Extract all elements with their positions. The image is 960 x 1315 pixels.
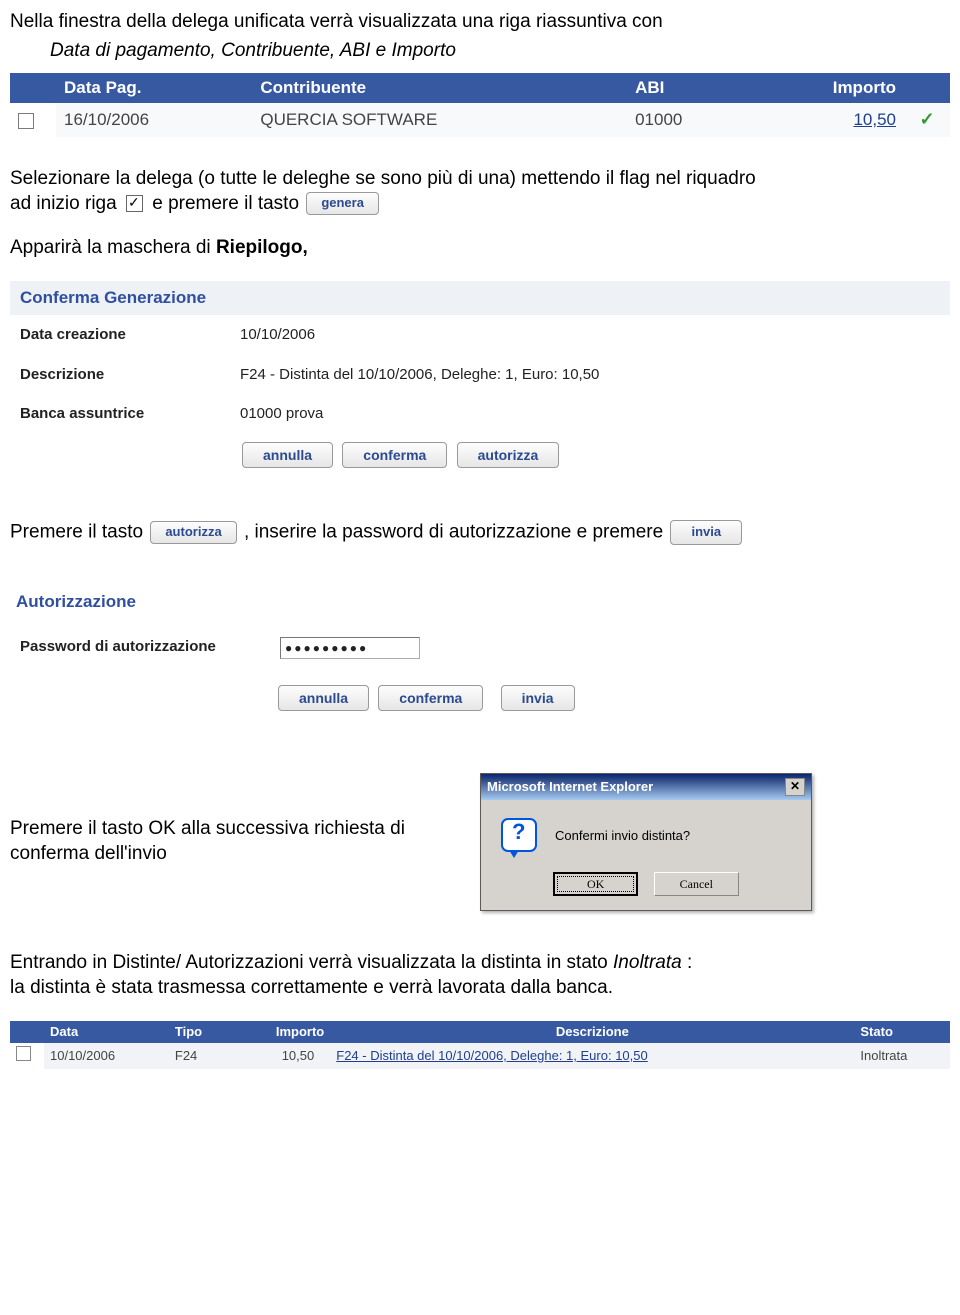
panel-title-conferma: Conferma Generazione <box>10 281 950 315</box>
col-importo: Importo <box>750 73 904 103</box>
value-descrizione: F24 - Distinta del 10/10/2006, Deleghe: … <box>240 365 940 385</box>
col-abi: ABI <box>627 73 750 103</box>
cell-contribuente: QUERCIA SOFTWARE <box>252 103 627 136</box>
cancel-button[interactable]: Cancel <box>654 872 739 896</box>
col-contribuente: Contribuente <box>252 73 627 103</box>
auth-conferma-button[interactable]: conferma <box>378 685 483 711</box>
close-icon[interactable]: ✕ <box>785 778 805 796</box>
delega-table: Data Pag. Contribuente ABI Importo 16/10… <box>10 73 950 136</box>
cell-data: 16/10/2006 <box>56 103 252 136</box>
dialog-message: Confermi invio distinta? <box>555 828 690 845</box>
auth-panel: Autorizzazione Password di autorizzazion… <box>10 585 950 723</box>
value-banca: 01000 prova <box>240 404 940 424</box>
instruction-3: Apparirà la maschera di Riepilogo, <box>10 236 950 261</box>
checkbox-checked-icon <box>126 195 143 212</box>
question-icon: ? <box>501 818 537 854</box>
conferma-button[interactable]: conferma <box>342 442 447 468</box>
importo-link[interactable]: 10,50 <box>853 110 896 129</box>
dialog-title-text: Microsoft Internet Explorer <box>487 779 653 796</box>
autorizza-button-inline[interactable]: autorizza <box>150 521 236 544</box>
value-data-creazione: 10/10/2006 <box>240 325 940 345</box>
auth-invia-button[interactable]: invia <box>501 685 575 711</box>
descrizione-link[interactable]: F24 - Distinta del 10/10/2006, Deleghe: … <box>336 1048 647 1063</box>
password-input[interactable]: ●●●●●●●●● <box>280 637 420 659</box>
col2-data: Data <box>44 1021 169 1044</box>
auth-annulla-button[interactable]: annulla <box>278 685 369 711</box>
cell2-stato: Inoltrata <box>854 1043 950 1069</box>
label-descrizione: Descrizione <box>20 365 240 385</box>
table-row: 10/10/2006 F24 10,50 F24 - Distinta del … <box>10 1043 950 1069</box>
row-checkbox-2[interactable] <box>16 1046 31 1061</box>
label-banca: Banca assuntrice <box>20 404 240 424</box>
check-icon: ✓ <box>919 109 934 129</box>
col2-descrizione: Descrizione <box>330 1021 854 1044</box>
panel-title-auth: Autorizzazione <box>10 585 950 619</box>
table-row: 16/10/2006 QUERCIA SOFTWARE 01000 10,50 … <box>10 103 950 136</box>
annulla-button[interactable]: annulla <box>242 442 333 468</box>
col-data-pag: Data Pag. <box>56 73 252 103</box>
instruction-4: Premere il tasto autorizza , inserire la… <box>10 520 950 545</box>
cell2-data: 10/10/2006 <box>44 1043 169 1069</box>
intro-line1: Nella finestra della delega unificata ve… <box>10 10 950 35</box>
confirm-dialog: Microsoft Internet Explorer ✕ ? Confermi… <box>480 773 812 911</box>
genera-button[interactable]: genera <box>306 192 379 215</box>
ok-button[interactable]: OK <box>553 872 638 896</box>
distinta-table: Data Tipo Importo Descrizione Stato 10/1… <box>10 1021 950 1070</box>
col2-importo: Importo <box>232 1021 330 1044</box>
cell-abi: 01000 <box>627 103 750 136</box>
autorizza-button[interactable]: autorizza <box>457 442 560 468</box>
dialog-instruction: Premere il tasto OK alla successiva rich… <box>10 817 450 866</box>
label-password: Password di autorizzazione <box>20 637 280 659</box>
row-checkbox[interactable] <box>18 113 34 129</box>
final-instruction: Entrando in Distinte/ Autorizzazioni ver… <box>10 951 950 1000</box>
col2-tipo: Tipo <box>169 1021 233 1044</box>
cell2-importo: 10,50 <box>232 1043 330 1069</box>
invia-button-inline[interactable]: invia <box>670 520 742 545</box>
intro-line2: Data di pagamento, Contribuente, ABI e I… <box>50 39 950 64</box>
label-data-creazione: Data creazione <box>20 325 240 345</box>
cell2-tipo: F24 <box>169 1043 233 1069</box>
col2-stato: Stato <box>854 1021 950 1044</box>
conferma-panel: Conferma Generazione Data creazione 10/1… <box>10 281 950 480</box>
instruction-2: Selezionare la delega (o tutte le delegh… <box>10 167 950 216</box>
